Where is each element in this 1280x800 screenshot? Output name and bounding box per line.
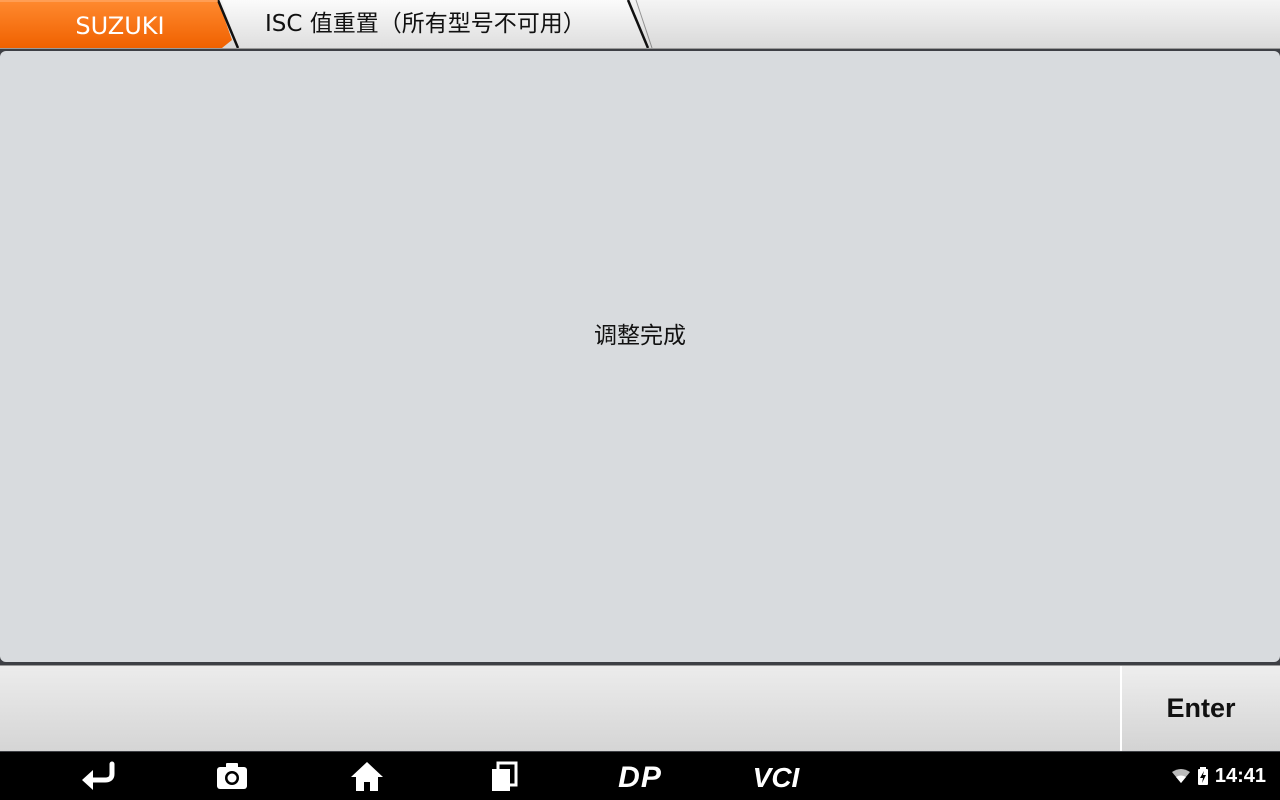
clock: 14:41 [1214,764,1266,787]
content-panel: 调整完成 [0,51,1280,662]
navigation-bar: DP VCI 14:41 [0,752,1280,800]
status-area: 14:41 [1171,752,1266,800]
status-message: 调整完成 [594,323,686,349]
enter-button[interactable]: Enter [1120,666,1280,751]
home-icon [351,762,383,791]
breadcrumb-item-isc-reset[interactable]: ISC 值重置（所有型号不可用） [265,0,586,48]
dp-logo-icon: DP [618,761,662,794]
dp-button[interactable]: DP [604,758,676,794]
wifi-icon [1171,769,1190,783]
breadcrumb-item-suzuki[interactable]: SUZUKI [0,0,240,50]
screenshot-button[interactable] [204,758,260,794]
vci-icon: VCI [753,762,801,793]
back-button[interactable] [70,758,126,794]
home-button[interactable] [339,758,395,794]
back-icon [82,761,115,790]
camera-icon [217,763,247,789]
svg-text:VCI: VCI [753,762,801,793]
button-bar: Enter [0,665,1280,751]
breadcrumb: SUZUKI ISC 值重置（所有型号不可用） [0,0,1280,49]
recent-apps-icon [492,761,518,791]
svg-text:DP: DP [618,761,662,794]
recent-apps-button[interactable] [476,758,532,794]
battery-charging-icon [1197,767,1208,785]
vci-button[interactable]: VCI [740,758,812,794]
